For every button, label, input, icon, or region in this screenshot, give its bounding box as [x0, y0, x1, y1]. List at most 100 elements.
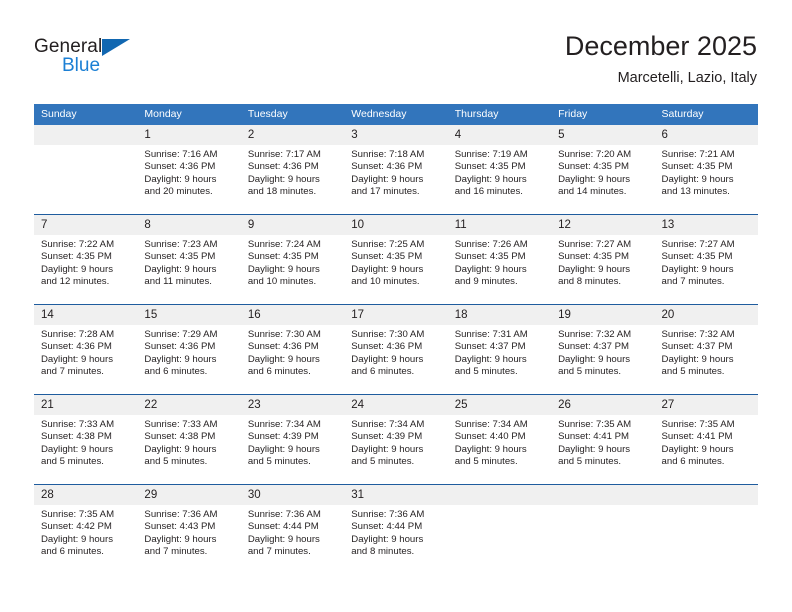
day-number: 20: [654, 305, 758, 325]
sunset-text: Sunset: 4:42 PM: [41, 521, 112, 533]
day-cell[interactable]: 31 Sunrise: 7:36 AM Sunset: 4:44 PM Dayligh…: [344, 484, 448, 574]
day-cell[interactable]: 11 Sunrise: 7:26 AM Sunset: 4:35 PM Dayligh…: [447, 214, 552, 305]
daylight-text-line1: Daylight: 9 hours: [351, 173, 424, 185]
page-header: General Blue December 2025 Marcetelli, L…: [0, 0, 792, 100]
daylight-text-line2: and 6 minutes.: [41, 545, 104, 557]
day-cell[interactable]: 7 Sunrise: 7:22 AM Sunset: 4:35 PM Daylight…: [34, 214, 138, 305]
day-details: Sunrise: 7:33 AM Sunset: 4:38 PM Daylight:…: [34, 415, 137, 468]
daylight-text-line1: Daylight: 9 hours: [454, 263, 527, 275]
day-cell[interactable]: 23 Sunrise: 7:34 AM Sunset: 4:39 PM Dayligh…: [240, 394, 345, 485]
day-number: 31: [344, 485, 448, 505]
day-cell[interactable]: 9 Sunrise: 7:24 AM Sunset: 4:35 PM Daylight…: [240, 214, 345, 305]
day-cell[interactable]: 30 Sunrise: 7:36 AM Sunset: 4:44 PM Dayligh…: [240, 484, 345, 574]
day-cell[interactable]: 22 Sunrise: 7:33 AM Sunset: 4:38 PM Dayligh…: [137, 394, 241, 485]
day-details: Sunrise: 7:18 AM Sunset: 4:36 PM Daylight:…: [344, 145, 447, 198]
day-cell[interactable]: 1 Sunrise: 7:16 AM Sunset: 4:36 PM Daylight…: [137, 125, 241, 215]
daylight-text-line1: Daylight: 9 hours: [661, 173, 734, 185]
daylight-text-line1: Daylight: 9 hours: [247, 173, 320, 185]
day-number: 17: [344, 305, 448, 325]
sunrise-text: Sunrise: 7:33 AM: [144, 419, 218, 430]
daylight-text-line2: and 10 minutes.: [247, 275, 317, 287]
day-cell[interactable]: 26 Sunrise: 7:35 AM Sunset: 4:41 PM Dayligh…: [551, 394, 655, 485]
day-cell[interactable]: 4 Sunrise: 7:19 AM Sunset: 4:35 PM Daylight…: [447, 125, 552, 215]
day-cell[interactable]: 20 Sunrise: 7:32 AM Sunset: 4:37 PM Dayligh…: [654, 304, 758, 395]
sunrise-text: Sunrise: 7:23 AM: [144, 239, 218, 250]
day-cell[interactable]: 15 Sunrise: 7:29 AM Sunset: 4:36 PM Dayligh…: [137, 304, 241, 395]
daylight-text-line1: Daylight: 9 hours: [558, 173, 631, 185]
day-details: Sunrise: 7:27 AM Sunset: 4:35 PM Daylight:…: [655, 235, 758, 288]
day-number: 23: [240, 395, 345, 415]
day-cell[interactable]: 13 Sunrise: 7:27 AM Sunset: 4:35 PM Dayligh…: [654, 214, 758, 305]
daylight-text-line1: Daylight: 9 hours: [454, 353, 527, 365]
day-cell[interactable]: 25 Sunrise: 7:34 AM Sunset: 4:40 PM Dayligh…: [447, 394, 552, 485]
day-details: Sunrise: 7:34 AM Sunset: 4:39 PM Daylight:…: [241, 415, 344, 468]
day-details: Sunrise: 7:22 AM Sunset: 4:35 PM Daylight:…: [34, 235, 137, 288]
daylight-text-line2: and 10 minutes.: [351, 275, 420, 287]
calendar-body: 1 Sunrise: 7:16 AM Sunset: 4:36 PM Daylight…: [34, 125, 758, 574]
day-cell[interactable]: 12 Sunrise: 7:27 AM Sunset: 4:35 PM Dayligh…: [551, 214, 655, 305]
day-details: Sunrise: 7:36 AM Sunset: 4:43 PM Daylight:…: [137, 505, 240, 558]
day-details: Sunrise: 7:30 AM Sunset: 4:36 PM Daylight:…: [241, 325, 344, 378]
sunrise-text: Sunrise: 7:24 AM: [247, 239, 321, 250]
daylight-text-line1: Daylight: 9 hours: [247, 353, 320, 365]
sunrise-text: Sunrise: 7:16 AM: [144, 149, 218, 160]
day-details: Sunrise: 7:24 AM Sunset: 4:35 PM Daylight:…: [241, 235, 344, 288]
page-title: December 2025: [564, 31, 757, 61]
page-subtitle: Marcetelli, Lazio, Italy: [617, 70, 757, 86]
sunset-text: Sunset: 4:35 PM: [558, 161, 630, 173]
day-cell[interactable]: 24 Sunrise: 7:34 AM Sunset: 4:39 PM Dayligh…: [344, 394, 448, 485]
day-cell[interactable]: 28 Sunrise: 7:35 AM Sunset: 4:42 PM Dayligh…: [34, 484, 138, 574]
sunset-text: Sunset: 4:41 PM: [558, 431, 630, 443]
day-details: Sunrise: 7:27 AM Sunset: 4:35 PM Daylight:…: [551, 235, 654, 288]
daylight-text-line2: and 5 minutes.: [558, 365, 622, 377]
daylight-text-line1: Daylight: 9 hours: [41, 263, 113, 275]
sunrise-text: Sunrise: 7:21 AM: [661, 149, 735, 160]
sunset-text: Sunset: 4:39 PM: [247, 431, 319, 443]
daylight-text-line1: Daylight: 9 hours: [558, 443, 631, 455]
daylight-text-line2: and 7 minutes.: [144, 545, 208, 557]
day-number: 15: [137, 305, 241, 325]
sunrise-text: Sunrise: 7:33 AM: [41, 419, 115, 430]
daylight-text-line2: and 14 minutes.: [558, 185, 627, 197]
day-details: Sunrise: 7:34 AM Sunset: 4:39 PM Daylight:…: [344, 415, 447, 468]
day-details: Sunrise: 7:35 AM Sunset: 4:42 PM Daylight:…: [34, 505, 137, 558]
day-cell[interactable]: 27 Sunrise: 7:35 AM Sunset: 4:41 PM Dayligh…: [654, 394, 758, 485]
weekday-header-saturday: Saturday: [654, 104, 758, 125]
sunrise-text: Sunrise: 7:36 AM: [144, 509, 218, 520]
sunset-text: Sunset: 4:35 PM: [558, 251, 630, 263]
daylight-text-line2: and 16 minutes.: [454, 185, 523, 197]
daylight-text-line1: Daylight: 9 hours: [351, 353, 424, 365]
daylight-text-line1: Daylight: 9 hours: [144, 443, 217, 455]
day-number: 4: [447, 125, 552, 145]
generalblue-logo[interactable]: General Blue: [34, 36, 164, 82]
day-cell[interactable]: 17 Sunrise: 7:30 AM Sunset: 4:36 PM Dayligh…: [344, 304, 448, 395]
day-number: 11: [447, 215, 552, 235]
day-cell[interactable]: 3 Sunrise: 7:18 AM Sunset: 4:36 PM Daylight…: [344, 125, 448, 215]
day-cell[interactable]: 21 Sunrise: 7:33 AM Sunset: 4:38 PM Dayligh…: [34, 394, 138, 485]
weekday-header-wednesday: Wednesday: [344, 104, 448, 125]
sunrise-text: Sunrise: 7:32 AM: [661, 329, 735, 340]
day-cell[interactable]: 10 Sunrise: 7:25 AM Sunset: 4:35 PM Dayligh…: [344, 214, 448, 305]
day-cell[interactable]: 29 Sunrise: 7:36 AM Sunset: 4:43 PM Dayligh…: [137, 484, 241, 574]
day-number: 22: [137, 395, 241, 415]
day-cell[interactable]: 6 Sunrise: 7:21 AM Sunset: 4:35 PM Daylight…: [654, 125, 758, 215]
daylight-text-line2: and 7 minutes.: [41, 365, 104, 377]
day-cell[interactable]: 5 Sunrise: 7:20 AM Sunset: 4:35 PM Daylight…: [551, 125, 655, 215]
day-cell[interactable]: 18 Sunrise: 7:31 AM Sunset: 4:37 PM Dayligh…: [447, 304, 552, 395]
calendar-page: General Blue December 2025 Marcetelli, L…: [0, 0, 792, 612]
daylight-text-line2: and 8 minutes.: [558, 275, 622, 287]
daylight-text-line1: Daylight: 9 hours: [144, 533, 217, 545]
day-cell[interactable]: 8 Sunrise: 7:23 AM Sunset: 4:35 PM Daylight…: [137, 214, 241, 305]
day-number: 13: [654, 215, 758, 235]
day-cell[interactable]: 16 Sunrise: 7:30 AM Sunset: 4:36 PM Dayligh…: [240, 304, 345, 395]
day-number: 7: [34, 215, 138, 235]
day-details: Sunrise: 7:20 AM Sunset: 4:35 PM Daylight:…: [551, 145, 654, 198]
sunrise-text: Sunrise: 7:26 AM: [454, 239, 528, 250]
daylight-text-line2: and 18 minutes.: [247, 185, 317, 197]
day-cell[interactable]: 2 Sunrise: 7:17 AM Sunset: 4:36 PM Daylight…: [240, 125, 345, 215]
day-cell[interactable]: 19 Sunrise: 7:32 AM Sunset: 4:37 PM Dayligh…: [551, 304, 655, 395]
day-cell[interactable]: 14 Sunrise: 7:28 AM Sunset: 4:36 PM Dayligh…: [34, 304, 138, 395]
sunset-text: Sunset: 4:35 PM: [661, 161, 733, 173]
day-cell-empty: [34, 125, 138, 215]
daylight-text-line1: Daylight: 9 hours: [351, 533, 424, 545]
